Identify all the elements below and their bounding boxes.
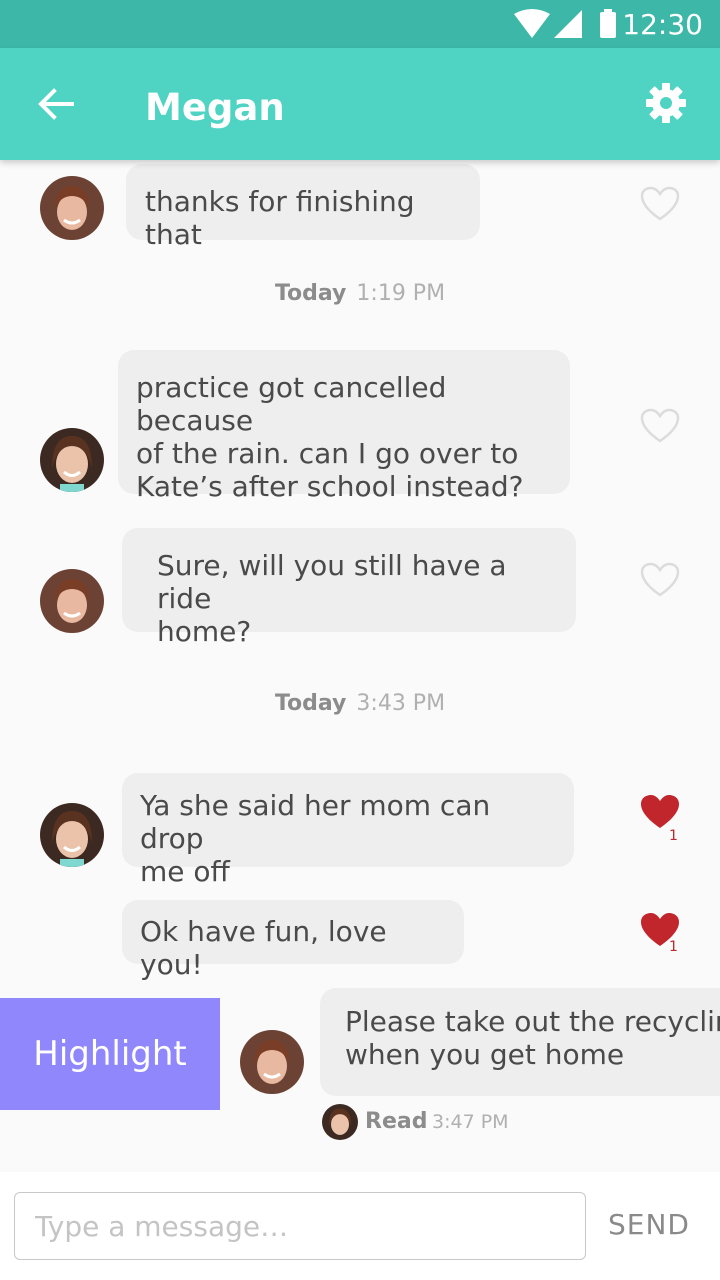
reader-avatar — [322, 1104, 358, 1140]
like-count: 1 — [669, 939, 678, 955]
avatar[interactable] — [40, 428, 104, 492]
heart-icon[interactable] — [640, 408, 680, 444]
message-line: me off — [140, 855, 230, 888]
message-bubble[interactable]: Ya she said her mom can drop me off — [122, 773, 574, 888]
heart-icon[interactable] — [640, 794, 680, 830]
time-separator: Today 3:43 PM — [0, 690, 720, 718]
message-bubble[interactable]: Sure, will you still have a ride home? — [122, 528, 576, 648]
heart-icon[interactable] — [640, 562, 680, 598]
send-button[interactable]: SEND — [608, 1208, 690, 1241]
message-bubble[interactable]: Ok have fun, love you! — [122, 900, 464, 981]
separator-time: 3:43 PM — [356, 691, 446, 716]
status-bar: 12:30 — [0, 0, 720, 48]
message-line: Sure, will you still have a ride — [157, 549, 507, 615]
status-icons — [510, 8, 620, 40]
separator-day: Today — [274, 691, 347, 716]
avatar[interactable] — [40, 176, 104, 240]
message-bubble[interactable]: thanks for finishing that — [126, 164, 480, 251]
time-separator: Today 1:19 PM — [0, 280, 720, 308]
highlight-label: Highlight — [33, 1034, 187, 1074]
app-bar: Megan — [0, 48, 720, 160]
message-text: thanks for finishing that — [145, 185, 415, 251]
read-time: 3:47 PM — [432, 1111, 509, 1133]
read-label: Read — [365, 1109, 428, 1134]
gear-icon[interactable] — [644, 81, 688, 125]
avatar[interactable] — [40, 803, 104, 867]
message-bubble[interactable]: practice got cancelled because of the ra… — [118, 350, 570, 503]
arrow-left-icon[interactable] — [34, 85, 78, 123]
separator-day: Today — [274, 281, 347, 306]
status-time: 12:30 — [622, 8, 703, 41]
avatar[interactable] — [40, 569, 104, 633]
message-text: Ok have fun, love you! — [140, 915, 387, 981]
conversation-title: Megan — [145, 86, 285, 129]
like-count: 1 — [669, 828, 678, 844]
message-line: home? — [157, 615, 252, 648]
heart-icon[interactable] — [640, 186, 680, 222]
signal-icon — [554, 10, 582, 38]
message-line: when you get home — [345, 1038, 625, 1071]
battery-icon — [600, 9, 616, 38]
message-line: Please take out the recycling — [345, 1005, 720, 1038]
message-input[interactable] — [14, 1192, 586, 1260]
composer: SEND — [0, 1172, 720, 1280]
separator-time: 1:19 PM — [356, 281, 446, 306]
message-line: of the rain. can I go over to — [136, 437, 519, 470]
message-line: Ya she said her mom can drop — [140, 789, 491, 855]
message-line: practice got cancelled because — [136, 371, 447, 437]
wifi-icon — [514, 9, 550, 38]
avatar[interactable] — [240, 1030, 304, 1094]
message-line: Kate’s after school instead? — [136, 470, 524, 503]
message-bubble[interactable]: Please take out the recycling when you g… — [320, 988, 720, 1096]
highlight-button[interactable]: Highlight — [0, 998, 220, 1110]
